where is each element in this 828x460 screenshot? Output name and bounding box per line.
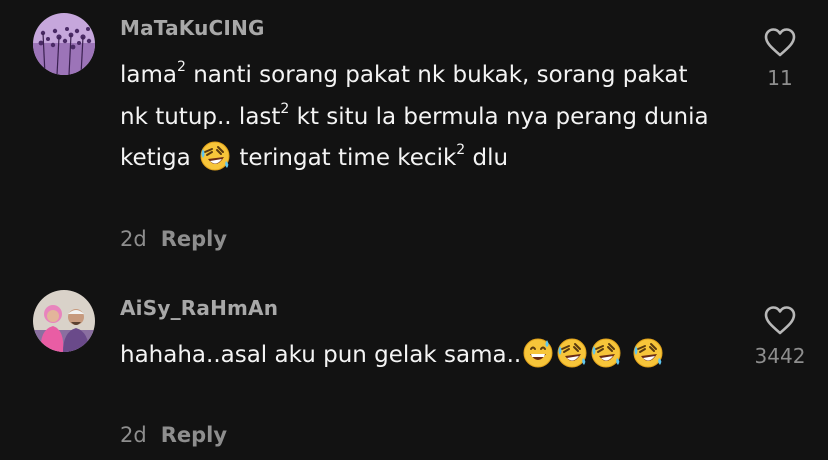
like-button[interactable]: 3442 (740, 304, 820, 368)
avatar[interactable] (33, 290, 95, 352)
comment-meta: 2d Reply (120, 423, 227, 447)
comment-text: hahaha..asal aku pun gelak sama.. (120, 335, 720, 377)
heart-icon[interactable] (763, 26, 797, 58)
grinning-sweat-emoji-icon (523, 338, 554, 368)
like-count: 3442 (754, 344, 806, 368)
rolling-laughing-emoji-icon (557, 338, 588, 368)
comment-age: 2d (120, 227, 147, 251)
like-button[interactable]: 11 (740, 26, 820, 90)
reply-button[interactable]: Reply (161, 227, 227, 251)
rolling-laughing-emoji-icon (591, 338, 622, 368)
reply-button[interactable]: Reply (161, 423, 227, 447)
like-count: 11 (767, 66, 793, 90)
avatar[interactable] (33, 13, 95, 75)
comment-username[interactable]: AiSy_RaHmAn (120, 296, 278, 320)
comment-age: 2d (120, 423, 147, 447)
comment-username[interactable]: MaTaKuCING (120, 16, 265, 40)
rolling-laughing-emoji-icon (632, 338, 663, 368)
comment-text: lama2 nanti sorang pakat nk bukak, soran… (120, 59, 709, 171)
comment-meta: 2d Reply (120, 227, 227, 251)
lavender-flowers-avatar-icon (33, 13, 95, 75)
couple-photo-avatar-icon (33, 290, 95, 352)
heart-icon[interactable] (763, 304, 797, 336)
rolling-laughing-emoji-icon (200, 141, 231, 171)
